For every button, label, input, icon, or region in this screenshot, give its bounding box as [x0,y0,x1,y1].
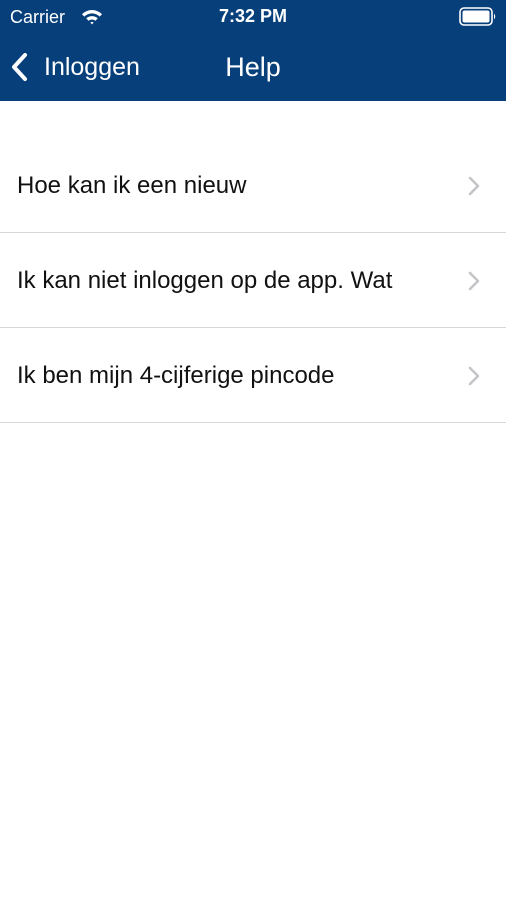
list-item[interactable]: Ik kan niet inloggen op de app. Wat [0,233,506,328]
status-bar: Carrier 7:32 PM [0,0,506,34]
help-screen: Carrier 7:32 PM Inloggen Help Hoe kan ik… [0,0,506,900]
page-title: Help [225,52,281,82]
list-item[interactable]: Ik ben mijn 4-cijferige pincode [0,328,506,423]
chevron-right-icon [468,176,480,196]
chevron-right-icon [468,366,480,386]
list-item[interactable]: Hoe kan ik een nieuw [0,138,506,233]
list-item-label: Ik kan niet inloggen op de app. Wat [17,267,393,294]
help-list: Hoe kan ik een nieuw Ik kan niet inlogge… [0,138,506,423]
battery-icon [459,7,496,26]
chevron-right-icon [468,271,480,291]
list-item-label: Ik ben mijn 4-cijferige pincode [17,362,335,389]
status-time: 7:32 PM [218,6,288,26]
header: Carrier 7:32 PM Inloggen Help [0,0,506,101]
list-item-label: Hoe kan ik een nieuw [17,172,247,199]
navigation-bar: Inloggen Help [0,34,506,101]
